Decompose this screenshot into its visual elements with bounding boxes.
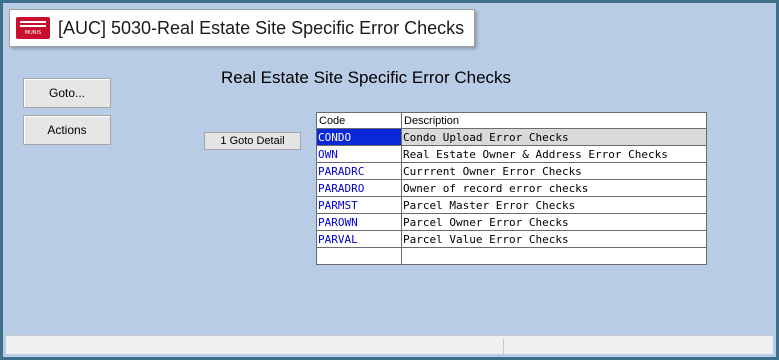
table-body: CONDO Condo Upload Error Checks OWN Real Es… <box>316 128 707 265</box>
description-cell[interactable]: Real Estate Owner & Address Error Checks <box>401 145 707 163</box>
code-cell[interactable]: OWN <box>316 145 402 163</box>
description-cell[interactable]: Owner of record error checks <box>401 179 707 197</box>
code-cell[interactable]: CONDO <box>316 128 402 146</box>
description-cell[interactable]: Currrent Owner Error Checks <box>401 162 707 180</box>
description-cell[interactable] <box>401 247 707 265</box>
code-cell[interactable]: PAROWN <box>316 213 402 231</box>
column-header-description[interactable]: Description <box>401 112 707 129</box>
table-row[interactable]: PARMST Parcel Master Error Checks <box>316 196 707 214</box>
table-row[interactable] <box>316 247 707 265</box>
app-logo-text: MUNIS <box>24 30 42 36</box>
page-title: Real Estate Site Specific Error Checks <box>221 68 512 87</box>
app-window: MUNIS [AUC] 5030-Real Estate Site Specif… <box>0 0 779 360</box>
error-checks-table: Code Description CONDO Condo Upload Error… <box>316 112 707 265</box>
table-header-row: Code Description <box>316 112 707 129</box>
code-cell[interactable]: PARADRC <box>316 162 402 180</box>
title-bar: MUNIS [AUC] 5030-Real Estate Site Specif… <box>9 9 476 47</box>
table-row[interactable]: PARADRO Owner of record error checks <box>316 179 707 197</box>
code-cell[interactable]: PARVAL <box>316 230 402 248</box>
description-cell[interactable]: Condo Upload Error Checks <box>401 128 707 146</box>
goto-button[interactable]: Goto... <box>23 78 111 108</box>
description-cell[interactable]: Parcel Master Error Checks <box>401 196 707 214</box>
description-cell[interactable]: Parcel Owner Error Checks <box>401 213 707 231</box>
status-bar <box>6 335 773 354</box>
table-row[interactable]: OWN Real Estate Owner & Address Error Che… <box>316 145 707 163</box>
status-bar-divider <box>503 339 504 354</box>
actions-button[interactable]: Actions <box>23 115 111 145</box>
description-cell[interactable]: Parcel Value Error Checks <box>401 230 707 248</box>
window-title: [AUC] 5030-Real Estate Site Specific Err… <box>58 17 465 38</box>
app-logo-icon: MUNIS <box>16 17 50 39</box>
table-row[interactable]: PAROWN Parcel Owner Error Checks <box>316 213 707 231</box>
code-cell[interactable]: PARMST <box>316 196 402 214</box>
code-cell[interactable] <box>316 247 402 265</box>
table-row[interactable]: PARADRC Currrent Owner Error Checks <box>316 162 707 180</box>
code-cell[interactable]: PARADRO <box>316 179 402 197</box>
table-row[interactable]: CONDO Condo Upload Error Checks <box>316 128 707 146</box>
goto-detail-button[interactable]: 1 Goto Detail <box>204 132 301 150</box>
column-header-code[interactable]: Code <box>316 112 402 129</box>
table-row[interactable]: PARVAL Parcel Value Error Checks <box>316 230 707 248</box>
